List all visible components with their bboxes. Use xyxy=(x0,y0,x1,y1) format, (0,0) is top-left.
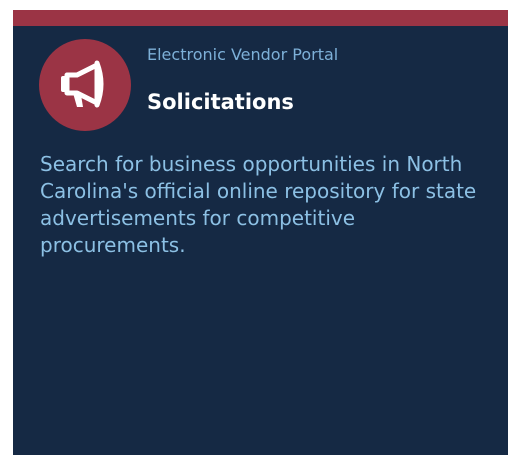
solicitations-card[interactable]: Electronic Vendor Portal Solicitations S… xyxy=(13,10,508,455)
portal-label: Electronic Vendor Portal xyxy=(147,45,339,64)
card-description: Search for business opportunities in Nor… xyxy=(40,152,477,257)
card-accent-bar xyxy=(13,10,508,26)
megaphone-icon xyxy=(39,39,131,131)
card-title[interactable]: Solicitations xyxy=(147,90,294,114)
